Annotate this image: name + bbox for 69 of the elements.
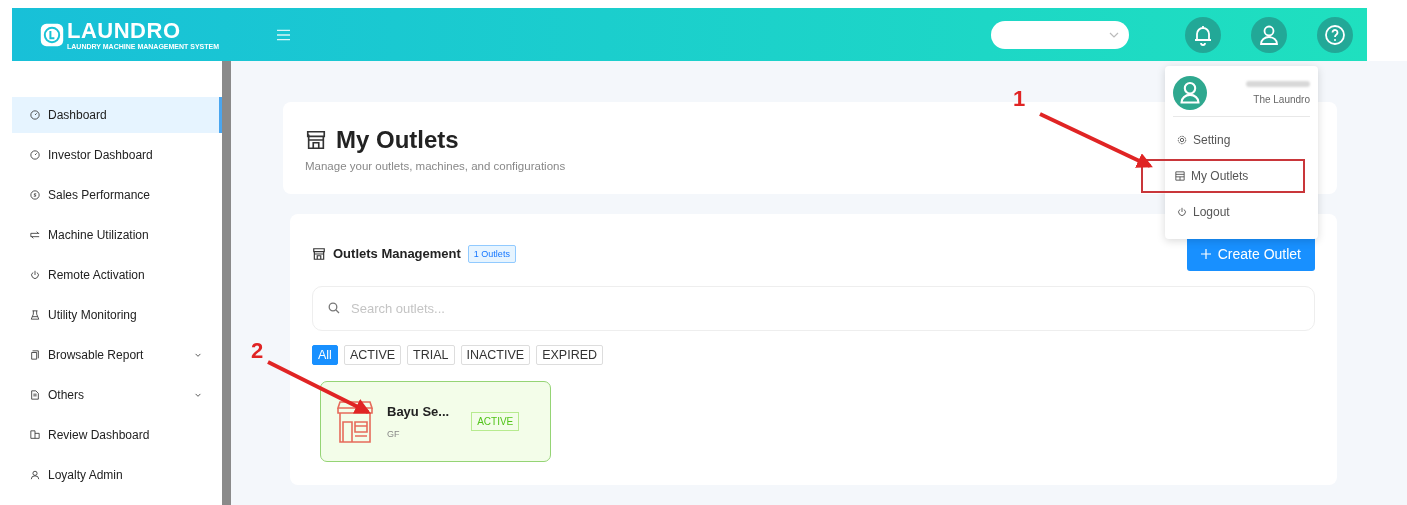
outlet-floor: GF [387, 429, 401, 439]
blurred-name [1246, 81, 1310, 87]
power-icon [1177, 207, 1187, 217]
select-field[interactable] [991, 20, 1129, 49]
menu-item[interactable]: Logout [1173, 197, 1310, 227]
gauge-icon [30, 150, 40, 160]
sidebar-item-label: Browsable Report [48, 348, 145, 362]
company-name: The Laundro [1253, 94, 1310, 105]
shop-icon [1175, 171, 1185, 181]
sidebar-item[interactable]: Dashboard [12, 97, 222, 133]
sidebar-item-label: Utility Monitoring [48, 308, 138, 322]
storefront-icon [335, 399, 375, 444]
logo-icon [40, 22, 64, 47]
sidebar-item[interactable]: Sales Performance [12, 177, 222, 213]
sidebar-item[interactable]: Browsable Report [12, 337, 222, 373]
settings-icon [1177, 135, 1187, 145]
help-button[interactable] [1317, 16, 1353, 53]
sidebar-item-label: Remote Activation [48, 268, 146, 282]
help-icon [1323, 22, 1347, 47]
search-field[interactable]: Search outlets... [312, 286, 1315, 331]
flask-icon [30, 310, 40, 320]
sidebar-item-label: Machine Utilization [48, 228, 150, 242]
sidebar-item-label: Review Dashboard [48, 428, 151, 442]
review-icon [30, 430, 40, 440]
power-icon [30, 270, 40, 280]
avatar-icon [1173, 76, 1207, 110]
swap-icon [30, 230, 40, 240]
logo-text: LAUNDRO [67, 19, 182, 42]
sidebar-item[interactable]: Review Dashboard [12, 417, 222, 453]
sidebar-item-label: Others [48, 388, 85, 402]
search-icon [328, 302, 340, 314]
dollar-icon [30, 190, 40, 200]
file-icon [30, 390, 40, 400]
sidebar-item[interactable]: Remote Activation [12, 257, 222, 293]
notifications-button[interactable] [1185, 16, 1221, 53]
annotation-number: 1 [1013, 88, 1026, 110]
count-badge: 1 Outlets [467, 244, 516, 263]
sidebar-item-label: Investor Dashboard [48, 148, 154, 162]
filter-tag[interactable]: INACTIVE [460, 345, 531, 365]
scrollbar[interactable] [222, 61, 231, 505]
filter-tag[interactable]: EXPIRED [536, 345, 604, 365]
page-subtitle: Manage your outlets, machines, and configurations [305, 160, 567, 172]
sidebar-item[interactable]: Others [12, 377, 222, 413]
menu-icon[interactable] [277, 28, 291, 41]
status-tag: ACTIVE [471, 412, 520, 431]
user-button[interactable] [1251, 16, 1287, 53]
shop-icon [312, 246, 326, 261]
section-title: Outlets Management [333, 246, 461, 261]
outlet-card[interactable]: Bayu Se... GF ACTIVE [320, 381, 551, 462]
copy-icon [30, 350, 40, 360]
sidebar-item-label: Dashboard [48, 108, 108, 122]
page-title: My Outlets [336, 126, 459, 154]
shop-icon [305, 129, 327, 151]
sidebar-item[interactable]: Investor Dashboard [12, 137, 222, 173]
menu-item[interactable]: My Outlets [1143, 161, 1303, 191]
gauge-icon [30, 110, 40, 120]
user-icon [30, 470, 40, 480]
annotation-number: 2 [251, 340, 264, 362]
chevron-down-icon [1109, 31, 1119, 38]
sidebar-item-label: Sales Performance [48, 188, 152, 202]
outlet-name: Bayu Se... [387, 404, 450, 419]
menu-item[interactable]: Setting [1173, 125, 1310, 155]
sidebar-item[interactable]: Utility Monitoring [12, 297, 222, 333]
plus-icon [1200, 248, 1211, 259]
sidebar-item[interactable]: Loyalty Admin [12, 457, 222, 493]
sidebar-item[interactable]: Machine Utilization [12, 217, 222, 253]
filter-tag[interactable]: ACTIVE [343, 345, 402, 365]
sidebar-item-label: Loyalty Admin [48, 468, 124, 482]
filter-tag[interactable]: TRIAL [407, 345, 455, 365]
